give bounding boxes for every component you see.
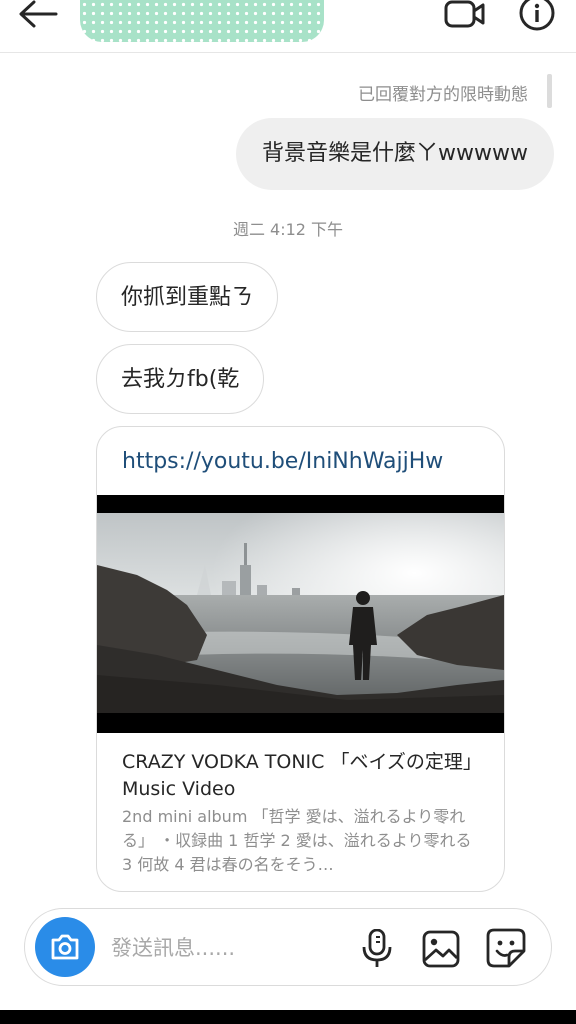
message-timestamp: 週二 4:12 下午 [232,220,344,239]
incoming-message[interactable]: 去我ㄉfb(乾 [96,344,265,414]
message-input[interactable] [109,927,343,969]
microphone-icon [362,928,392,967]
outgoing-message[interactable]: 背景音樂是什麼ㄚwwwww [236,118,554,190]
link-url[interactable]: https://youtu.be/IniNhWajjHw [122,449,443,474]
chat-header [0,0,576,53]
thumbnail-image [97,495,504,733]
system-navigation-bar [0,1010,576,1024]
camera-icon [51,934,79,960]
voice-message-button[interactable] [359,928,395,969]
link-description: 2nd mini album 「哲学 愛は、溢れるより零れる」 ・収録曲 1 哲… [122,807,472,874]
video-call-button[interactable] [443,0,487,34]
sticker-icon [486,928,526,968]
camera-button[interactable] [35,917,95,977]
gallery-button[interactable] [421,929,461,969]
link-preview-card[interactable]: https://youtu.be/IniNhWajjHw CRAZY VODKA… [96,426,505,892]
link-title[interactable]: CRAZY VODKA TONIC 「ベイズの定理」Music Video [122,749,482,803]
incoming-message[interactable]: 你抓到重點ㄋ [96,262,279,332]
composer-area [0,894,576,1006]
gallery-icon [422,930,460,968]
sticker-button[interactable] [485,927,527,969]
message-composer [24,908,552,986]
back-arrow-icon [19,0,58,28]
back-button[interactable] [16,0,60,36]
video-camera-icon [444,0,485,28]
story-reply-indicator [547,74,552,108]
info-button[interactable] [517,0,557,34]
video-thumbnail[interactable] [97,495,504,733]
contact-name[interactable] [80,0,324,42]
message-thread[interactable]: 已回覆對方的限時動態 背景音樂是什麼ㄚwwwww 週二 4:12 下午 你抓到重… [0,52,576,894]
info-icon [519,0,555,31]
story-reply-note: 已回覆對方的限時動態 [358,85,528,105]
